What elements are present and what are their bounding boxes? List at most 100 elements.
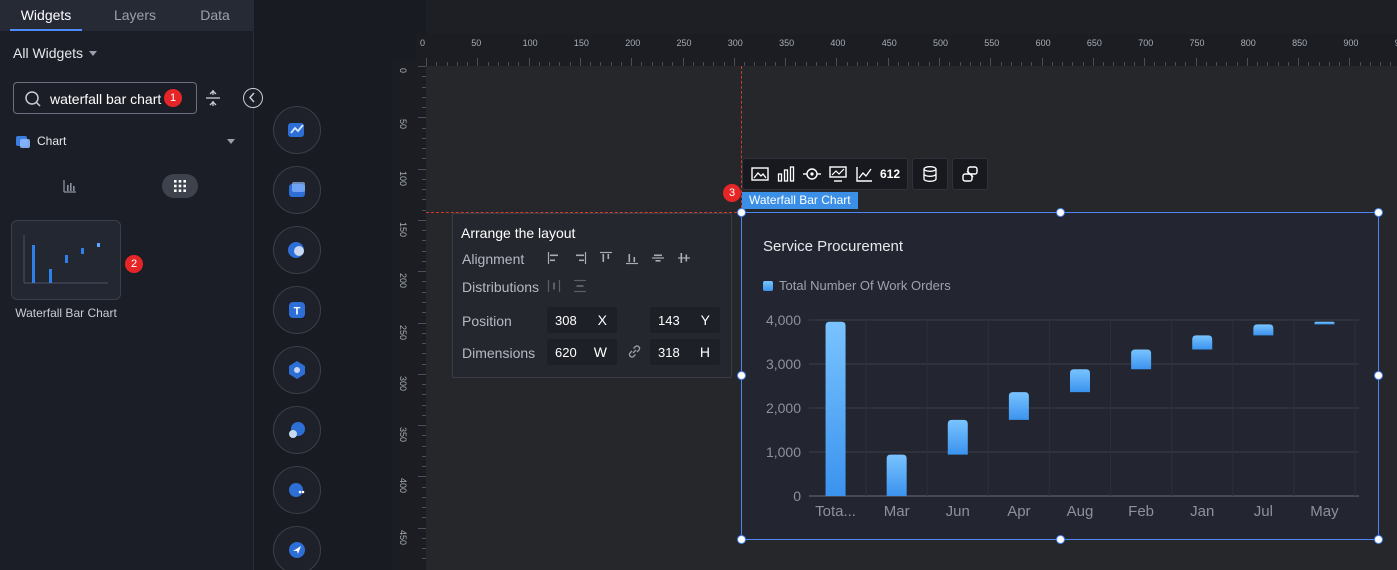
align-center-icon[interactable] bbox=[677, 251, 691, 265]
chart-bar[interactable] bbox=[1070, 369, 1090, 393]
chart-bar[interactable] bbox=[1253, 324, 1274, 336]
grid-view-button[interactable] bbox=[162, 174, 198, 198]
ruler-y-tick bbox=[422, 435, 426, 437]
tab-layers[interactable]: Layers bbox=[100, 0, 170, 31]
ruler-y-tick bbox=[418, 219, 426, 221]
y-tick-label: 3,000 bbox=[766, 356, 801, 372]
align-right-icon[interactable] bbox=[573, 251, 587, 265]
ruler-x-tick bbox=[641, 62, 643, 66]
number-format-button[interactable]: 612 bbox=[877, 161, 903, 187]
position-y-input[interactable]: 143 Y bbox=[650, 307, 720, 333]
width-input[interactable]: 620 W bbox=[547, 339, 617, 365]
ruler-y-tick bbox=[422, 158, 426, 160]
series-settings-button[interactable] bbox=[851, 161, 877, 187]
height-input[interactable]: 318 H bbox=[650, 339, 720, 365]
strip-media-button[interactable] bbox=[273, 166, 321, 214]
chart-settings-button[interactable] bbox=[773, 161, 799, 187]
ruler-x-tick bbox=[980, 62, 982, 66]
interaction-button[interactable] bbox=[957, 161, 983, 187]
category-label: Chart bbox=[37, 134, 67, 148]
ruler-x-tick bbox=[1205, 62, 1207, 66]
strip-component-button[interactable] bbox=[273, 346, 321, 394]
chart-bar[interactable] bbox=[825, 321, 846, 496]
align-middle-icon[interactable] bbox=[651, 251, 665, 265]
align-bottom-icon[interactable] bbox=[625, 251, 639, 265]
ruler-x-tick bbox=[1267, 62, 1269, 66]
ruler-x-tick-label: 300 bbox=[727, 38, 743, 48]
collapse-panel-button[interactable] bbox=[243, 88, 263, 108]
ruler-y-tick bbox=[418, 271, 426, 273]
strip-interaction-button[interactable] bbox=[273, 406, 321, 454]
all-widgets-dropdown[interactable]: All Widgets bbox=[13, 45, 98, 61]
ruler-y-tick bbox=[422, 455, 426, 457]
ruler-x-tick bbox=[1174, 62, 1176, 66]
chart-bar[interactable] bbox=[1008, 392, 1029, 420]
chart-bar[interactable] bbox=[1192, 335, 1213, 350]
distribute-vertical-icon[interactable] bbox=[573, 279, 587, 293]
legend-settings-button[interactable] bbox=[799, 161, 825, 187]
tab-data[interactable]: Data bbox=[186, 0, 244, 31]
ruler-x-tick bbox=[436, 62, 438, 66]
x-tick-label: Apr bbox=[1007, 503, 1030, 520]
ruler-x-tick bbox=[1369, 62, 1371, 66]
toolbar-group-style: 612 bbox=[742, 158, 908, 190]
data-source-button[interactable] bbox=[917, 161, 943, 187]
search-field[interactable]: 1 bbox=[13, 82, 197, 114]
strip-navigate-button[interactable] bbox=[273, 526, 321, 570]
image-settings-button[interactable] bbox=[747, 161, 773, 187]
tab-widgets[interactable]: Widgets bbox=[10, 0, 82, 31]
chart-bar[interactable] bbox=[1314, 321, 1335, 325]
ruler-y-tick bbox=[422, 353, 426, 355]
resize-handle-top-right[interactable] bbox=[1374, 208, 1383, 217]
chart-plot: 0 1,000 2,000 3,000 4,000 Tota... Mar Jun Apr Aug… bbox=[766, 312, 1359, 520]
waterfall-bar-chart-widget[interactable]: Service Procurement Total Number Of Work… bbox=[741, 212, 1379, 540]
resize-handle-bottom-left[interactable] bbox=[737, 535, 746, 544]
ruler-y-tick bbox=[422, 394, 426, 396]
position-x-value: 308 bbox=[555, 313, 577, 328]
distribute-horizontal-icon[interactable] bbox=[547, 279, 561, 293]
ruler-x-tick bbox=[1195, 58, 1197, 66]
strip-text-button[interactable]: T bbox=[273, 286, 321, 334]
resize-handle-right[interactable] bbox=[1374, 371, 1383, 380]
ruler-x-tick bbox=[1092, 58, 1094, 66]
ruler-y-tick bbox=[418, 373, 426, 375]
axis-settings-button[interactable] bbox=[825, 161, 851, 187]
ruler-y-tick bbox=[422, 189, 426, 191]
ruler-x-tick bbox=[856, 62, 858, 66]
sort-icon[interactable] bbox=[205, 89, 221, 107]
ruler-x-tick-label: 700 bbox=[1138, 38, 1154, 48]
strip-chart-button[interactable] bbox=[273, 106, 321, 154]
x-tick-label: Aug bbox=[1067, 503, 1094, 520]
ruler-x-tick bbox=[826, 62, 828, 66]
ruler-y-tick-label: 400 bbox=[398, 478, 408, 494]
resize-handle-top[interactable] bbox=[1056, 208, 1065, 217]
resize-handle-top-left[interactable] bbox=[737, 208, 746, 217]
resize-handle-bottom-right[interactable] bbox=[1374, 535, 1383, 544]
widget-card-waterfall-bar-chart[interactable] bbox=[11, 220, 121, 300]
link-icon[interactable] bbox=[626, 343, 643, 360]
ruler-y-tick bbox=[422, 291, 426, 293]
chart-bar[interactable] bbox=[947, 419, 968, 455]
ruler-x-tick bbox=[497, 62, 499, 66]
dimensions-label: Dimensions bbox=[462, 345, 536, 361]
ruler-x-tick bbox=[754, 62, 756, 66]
strip-more-button[interactable] bbox=[273, 466, 321, 514]
chart-bar[interactable] bbox=[1131, 349, 1152, 370]
chart-bar[interactable] bbox=[886, 454, 907, 496]
strip-map-button[interactable] bbox=[273, 226, 321, 274]
list-view-button[interactable] bbox=[52, 174, 88, 198]
ruler-x-tick-label: 650 bbox=[1086, 38, 1102, 48]
category-chart[interactable]: Chart bbox=[15, 133, 239, 149]
ruler-y-tick bbox=[422, 240, 426, 242]
ruler-x-tick bbox=[1103, 62, 1105, 66]
ruler-y-tick bbox=[422, 363, 426, 365]
ruler-y-tick bbox=[422, 250, 426, 252]
alignment-label: Alignment bbox=[462, 251, 525, 267]
resize-handle-left[interactable] bbox=[737, 371, 746, 380]
align-left-icon[interactable] bbox=[547, 251, 561, 265]
align-top-icon[interactable] bbox=[599, 251, 613, 265]
resize-handle-bottom[interactable] bbox=[1056, 535, 1065, 544]
x-tick-label: May bbox=[1310, 503, 1339, 520]
position-x-input[interactable]: 308 X bbox=[547, 307, 617, 333]
ruler-x-tick bbox=[1308, 62, 1310, 66]
